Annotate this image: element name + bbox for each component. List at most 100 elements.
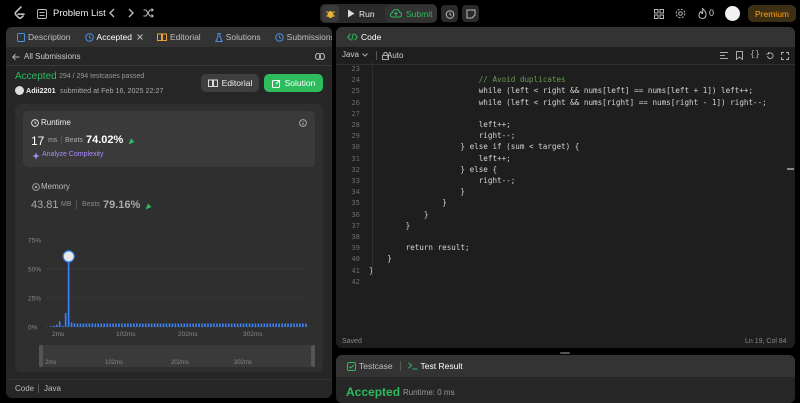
code-line[interactable]: 35 }: [336, 197, 786, 208]
distribution-bar[interactable]: [91, 323, 94, 327]
distribution-bar[interactable]: [100, 323, 103, 327]
run-button[interactable]: Run: [343, 5, 379, 22]
distribution-bar[interactable]: [210, 323, 212, 327]
distribution-bar[interactable]: [144, 323, 147, 327]
tab-description[interactable]: Description: [12, 27, 76, 47]
premium-button[interactable]: Premium: [748, 5, 797, 22]
slider-right-handle[interactable]: [311, 345, 315, 367]
streak-fire-icon[interactable]: [697, 8, 707, 19]
distribution-bar[interactable]: [275, 323, 278, 327]
format-icon[interactable]: [719, 51, 728, 60]
tab-solutions[interactable]: Solutions: [210, 27, 266, 47]
distribution-bar[interactable]: [183, 323, 186, 327]
distribution-bar[interactable]: [124, 323, 126, 327]
code-line[interactable]: 30 } else if (sum < target) {: [336, 141, 786, 152]
distribution-bar[interactable]: [97, 323, 100, 327]
notes-icon[interactable]: [462, 5, 479, 22]
distribution-bar[interactable]: [245, 323, 248, 327]
distribution-bar[interactable]: [82, 323, 85, 327]
distribution-bar[interactable]: [159, 323, 162, 327]
distribution-bar[interactable]: [239, 323, 242, 327]
distribution-bar[interactable]: [118, 323, 120, 327]
braces-icon[interactable]: {}: [750, 50, 760, 60]
distribution-bar[interactable]: [136, 323, 138, 327]
code-line[interactable]: 34 }: [336, 186, 786, 197]
distribution-bar[interactable]: [147, 323, 150, 327]
code-line[interactable]: 29 right--;: [336, 130, 786, 141]
distribution-bar[interactable]: [177, 323, 180, 327]
distribution-bar[interactable]: [55, 324, 58, 327]
distribution-bar[interactable]: [79, 323, 82, 327]
distribution-bar[interactable]: [141, 323, 144, 327]
settings-gear-icon[interactable]: [675, 8, 686, 19]
code-line[interactable]: 27: [336, 108, 786, 119]
bookmark-icon[interactable]: [735, 51, 744, 60]
distribution-bar[interactable]: [127, 323, 129, 327]
tab-editorial[interactable]: Editorial: [152, 27, 206, 47]
distribution-bar[interactable]: [121, 323, 123, 327]
distribution-bar[interactable]: [58, 321, 61, 327]
distribution-bar[interactable]: [254, 323, 257, 327]
distribution-bar[interactable]: [168, 323, 171, 327]
distribution-bar[interactable]: [222, 323, 224, 327]
tab-test-result[interactable]: Test Result: [403, 356, 468, 376]
distribution-bar[interactable]: [138, 323, 141, 327]
code-line[interactable]: 32 } else {: [336, 164, 786, 175]
distribution-bar[interactable]: [236, 323, 239, 327]
distribution-bar[interactable]: [260, 323, 263, 327]
distribution-bar[interactable]: [130, 323, 132, 327]
code-line[interactable]: 40 }: [336, 253, 786, 264]
leetcode-logo-icon[interactable]: [12, 6, 26, 20]
distribution-bar[interactable]: [272, 323, 275, 327]
distribution-bar[interactable]: [115, 323, 117, 327]
shuffle-icon[interactable]: [142, 7, 154, 19]
distribution-bar[interactable]: [230, 323, 233, 327]
distribution-bar[interactable]: [52, 325, 55, 327]
editorial-button[interactable]: Editorial: [201, 74, 259, 92]
language-select[interactable]: Java: [342, 50, 368, 59]
analyze-complexity-link[interactable]: Analyze Complexity: [42, 151, 103, 158]
code-line[interactable]: 42: [336, 276, 786, 287]
distribution-bar[interactable]: [171, 323, 174, 327]
distribution-bar[interactable]: [150, 323, 153, 327]
distribution-bar[interactable]: [112, 323, 114, 327]
info-icon[interactable]: [298, 118, 307, 127]
distribution-bar[interactable]: [204, 323, 206, 327]
user-position-avatar[interactable]: [62, 250, 75, 263]
distribution-bar[interactable]: [106, 323, 108, 327]
layout-grid-icon[interactable]: [653, 8, 664, 19]
distribution-bar[interactable]: [76, 323, 79, 327]
code-line[interactable]: 24 // Avoid duplicates: [336, 74, 786, 85]
distribution-bar[interactable]: [219, 323, 221, 327]
code-line[interactable]: 25 while (left < right && nums[left] == …: [336, 85, 786, 96]
debug-icon[interactable]: [322, 5, 339, 22]
auto-label[interactable]: Auto: [387, 51, 403, 60]
distribution-bar[interactable]: [248, 323, 251, 327]
tab-accepted[interactable]: Accepted: [80, 27, 148, 47]
distribution-bar[interactable]: [293, 323, 295, 327]
distribution-bar[interactable]: [296, 323, 298, 327]
distribution-bar[interactable]: [284, 323, 286, 327]
code-line[interactable]: 26 while (left < right && nums[right] ==…: [336, 97, 786, 108]
distribution-bar[interactable]: [269, 323, 272, 327]
distribution-bar[interactable]: [156, 323, 159, 327]
slider-left-handle[interactable]: [39, 345, 43, 367]
distribution-bar[interactable]: [302, 323, 304, 327]
distribution-bar[interactable]: [201, 323, 203, 327]
distribution-bar[interactable]: [186, 323, 189, 327]
next-problem-icon[interactable]: [126, 7, 136, 19]
distribution-bar[interactable]: [207, 323, 209, 327]
distribution-bar[interactable]: [305, 323, 307, 327]
panel-resize-handle[interactable]: [560, 352, 570, 354]
distribution-bar[interactable]: [73, 323, 76, 327]
distribution-bar[interactable]: [266, 323, 269, 327]
distribution-bar[interactable]: [290, 323, 292, 327]
distribution-bar[interactable]: [85, 323, 88, 327]
distribution-bar[interactable]: [70, 322, 73, 327]
all-submissions-link[interactable]: All Submissions: [24, 52, 80, 61]
distribution-bar[interactable]: [165, 323, 168, 327]
code-line[interactable]: 39 return result;: [336, 242, 786, 253]
distribution-bar[interactable]: [213, 323, 215, 327]
distribution-bar[interactable]: [233, 323, 236, 327]
username[interactable]: Adii2201: [26, 86, 56, 95]
